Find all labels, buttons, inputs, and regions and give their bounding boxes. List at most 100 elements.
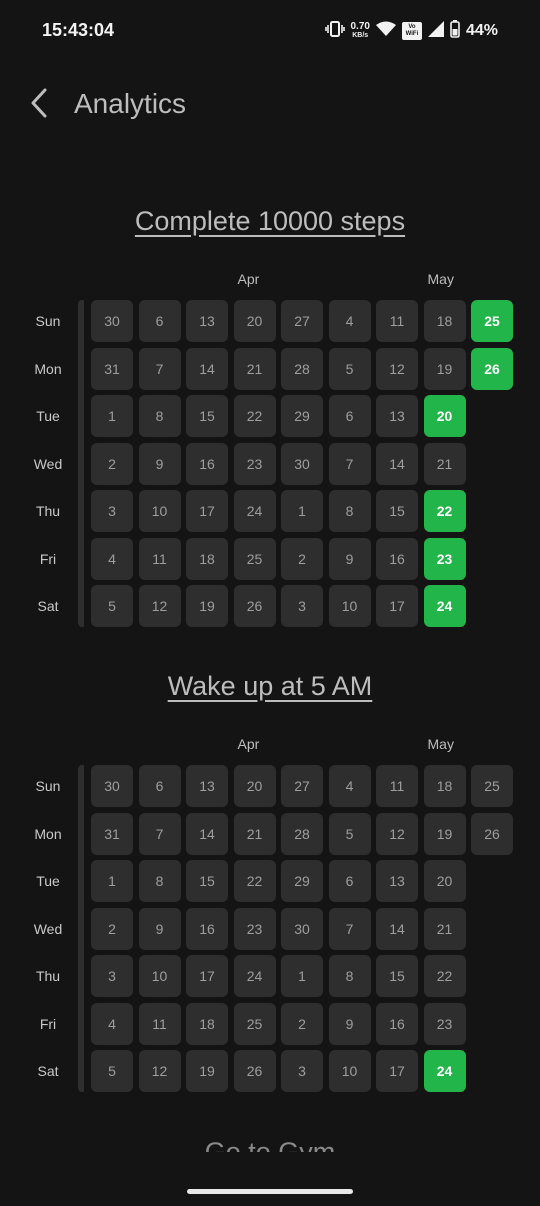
home-indicator[interactable] (187, 1189, 353, 1194)
day-cell[interactable]: 3 (91, 955, 133, 997)
day-cell[interactable]: 14 (376, 442, 418, 485)
day-cell[interactable]: 25 (233, 1002, 276, 1045)
day-cell[interactable]: 9 (328, 537, 371, 580)
day-cell[interactable]: 13 (376, 395, 418, 437)
day-cell[interactable]: 7 (138, 347, 181, 390)
day-cell[interactable]: 19 (186, 585, 228, 627)
day-cell[interactable]: 26 (233, 1050, 276, 1092)
day-cell[interactable]: 29 (281, 395, 323, 437)
day-cell[interactable]: 27 (281, 765, 323, 807)
day-cell-completed[interactable]: 25 (471, 300, 513, 342)
day-cell[interactable]: 12 (376, 812, 418, 855)
day-cell[interactable]: 22 (423, 955, 466, 997)
day-cell[interactable]: 4 (91, 537, 133, 580)
day-cell[interactable]: 1 (281, 955, 323, 997)
day-cell[interactable]: 3 (281, 585, 323, 627)
day-cell[interactable]: 17 (186, 955, 228, 997)
day-cell[interactable]: 18 (423, 765, 466, 807)
day-cell[interactable]: 16 (186, 907, 228, 950)
day-cell[interactable]: 25 (471, 765, 513, 807)
day-cell[interactable]: 23 (423, 1002, 466, 1045)
day-cell[interactable]: 2 (91, 442, 133, 485)
day-cell[interactable]: 13 (186, 765, 228, 807)
day-cell[interactable]: 30 (91, 765, 133, 807)
day-cell[interactable]: 25 (233, 537, 276, 580)
day-cell[interactable]: 18 (186, 537, 228, 580)
day-cell[interactable]: 10 (138, 490, 181, 532)
day-cell[interactable]: 4 (91, 1002, 133, 1045)
day-cell[interactable]: 20 (423, 860, 466, 902)
day-cell[interactable]: 14 (186, 347, 228, 390)
habit-title[interactable]: Complete 10000 steps (0, 206, 540, 237)
day-cell-completed[interactable]: 24 (423, 1050, 466, 1092)
day-cell[interactable]: 31 (91, 347, 133, 390)
back-button[interactable] (24, 88, 54, 122)
day-cell[interactable]: 18 (423, 300, 466, 342)
day-cell[interactable]: 2 (281, 1002, 323, 1045)
day-cell[interactable]: 5 (91, 585, 133, 627)
day-cell[interactable]: 5 (328, 812, 371, 855)
day-cell[interactable]: 28 (281, 812, 323, 855)
day-cell[interactable]: 5 (91, 1050, 133, 1092)
day-cell[interactable]: 13 (376, 860, 418, 902)
day-cell[interactable]: 15 (376, 955, 418, 997)
day-cell[interactable]: 6 (328, 860, 371, 902)
day-cell[interactable]: 3 (91, 490, 133, 532)
day-cell[interactable]: 9 (138, 907, 181, 950)
day-cell[interactable]: 8 (138, 860, 181, 902)
day-cell[interactable]: 3 (281, 1050, 323, 1092)
day-cell[interactable]: 23 (233, 442, 276, 485)
day-cell[interactable]: 21 (423, 442, 466, 485)
day-cell[interactable]: 14 (376, 907, 418, 950)
day-cell[interactable]: 20 (233, 765, 276, 807)
day-cell[interactable]: 8 (328, 490, 371, 532)
day-cell[interactable]: 2 (91, 907, 133, 950)
day-cell[interactable]: 7 (328, 907, 371, 950)
day-cell[interactable]: 30 (281, 907, 323, 950)
day-cell[interactable]: 20 (233, 300, 276, 342)
day-cell[interactable]: 12 (138, 1050, 181, 1092)
day-cell[interactable]: 4 (328, 300, 371, 342)
day-cell[interactable]: 12 (138, 585, 181, 627)
day-cell[interactable]: 17 (186, 490, 228, 532)
day-cell[interactable]: 1 (281, 490, 323, 532)
day-cell[interactable]: 28 (281, 347, 323, 390)
day-cell[interactable]: 23 (233, 907, 276, 950)
day-cell[interactable]: 8 (138, 395, 181, 437)
habit-title[interactable]: Wake up at 5 AM (0, 671, 540, 702)
day-cell[interactable]: 21 (423, 907, 466, 950)
day-cell[interactable]: 7 (138, 812, 181, 855)
day-cell[interactable]: 19 (423, 347, 466, 390)
day-cell[interactable]: 15 (376, 490, 418, 532)
day-cell[interactable]: 14 (186, 812, 228, 855)
day-cell[interactable]: 21 (233, 347, 276, 390)
day-cell[interactable]: 10 (328, 1050, 371, 1092)
day-cell[interactable]: 15 (186, 395, 228, 437)
day-cell[interactable]: 26 (471, 812, 513, 855)
day-cell[interactable]: 18 (186, 1002, 228, 1045)
day-cell[interactable]: 10 (328, 585, 371, 627)
day-cell[interactable]: 31 (91, 812, 133, 855)
day-cell[interactable]: 16 (376, 1002, 418, 1045)
day-cell[interactable]: 9 (138, 442, 181, 485)
day-cell[interactable]: 19 (186, 1050, 228, 1092)
day-cell[interactable]: 29 (281, 860, 323, 902)
day-cell-completed[interactable]: 26 (471, 347, 513, 390)
day-cell-completed[interactable]: 23 (423, 537, 466, 580)
day-cell-completed[interactable]: 22 (423, 490, 466, 532)
day-cell[interactable]: 6 (138, 765, 181, 807)
day-cell[interactable]: 21 (233, 812, 276, 855)
day-cell[interactable]: 6 (138, 300, 181, 342)
day-cell[interactable]: 26 (233, 585, 276, 627)
day-cell[interactable]: 6 (328, 395, 371, 437)
day-cell[interactable]: 11 (138, 1002, 181, 1045)
day-cell[interactable]: 24 (233, 490, 276, 532)
day-cell[interactable]: 11 (376, 300, 418, 342)
day-cell[interactable]: 1 (91, 395, 133, 437)
day-cell-completed[interactable]: 20 (423, 395, 466, 437)
day-cell[interactable]: 2 (281, 537, 323, 580)
day-cell[interactable]: 24 (233, 955, 276, 997)
day-cell[interactable]: 22 (233, 395, 276, 437)
day-cell[interactable]: 4 (328, 765, 371, 807)
day-cell[interactable]: 17 (376, 585, 418, 627)
